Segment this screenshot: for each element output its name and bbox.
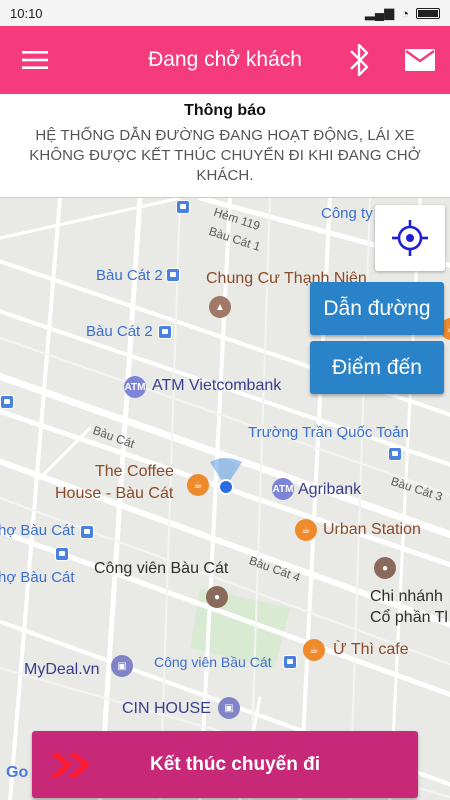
poi-label: ATM Vietcombank xyxy=(152,377,282,394)
atm-pin-icon[interactable]: ATM xyxy=(124,376,146,398)
poi-label: Công viên Bàu Cát xyxy=(94,560,229,577)
app-bar: Đang chở khách xyxy=(0,26,450,94)
poi-label: Cổ phần Tl xyxy=(370,609,448,626)
atm-pin-icon[interactable]: ATM xyxy=(272,478,294,500)
bus-stop-icon[interactable] xyxy=(283,655,297,669)
bus-stop-icon[interactable] xyxy=(55,547,69,561)
poi-label: Trường Trần Quốc Toản xyxy=(248,424,409,441)
bus-stop-icon[interactable] xyxy=(0,395,14,409)
poi-label: House - Bàu Cát xyxy=(55,485,174,502)
poi-label: Công viên Bầu Cát xyxy=(154,654,272,670)
bus-stop-icon[interactable] xyxy=(158,325,172,339)
status-bar: 10:10 ▂▄▆ ◔ xyxy=(0,0,450,26)
poi-label: Công ty xyxy=(321,205,373,222)
bus-stop-icon[interactable] xyxy=(388,447,402,461)
cafe-pin-icon[interactable]: ☕ xyxy=(303,639,325,661)
my-location-button[interactable] xyxy=(375,205,445,271)
directions-button[interactable]: Dẫn đường xyxy=(310,282,444,335)
park-pin-icon[interactable]: ● xyxy=(206,586,228,608)
poi-label: Urban Station xyxy=(323,521,421,538)
battery-icon xyxy=(416,7,440,19)
poi-label: Bàu Cát 2 xyxy=(86,323,153,340)
bus-stop-icon[interactable] xyxy=(176,200,190,214)
end-trip-label: Kết thúc chuyến đi xyxy=(150,753,320,775)
hamburger-menu-icon[interactable] xyxy=(0,26,70,94)
notice-body: HỆ THỐNG DẪN ĐƯỜNG ĐANG HOẠT ĐỘNG, LÁI X… xyxy=(29,127,421,184)
notice-title: Thông báo xyxy=(184,102,266,119)
wifi-icon: ◔ xyxy=(401,5,409,21)
mail-icon[interactable] xyxy=(396,36,444,84)
bus-stop-icon[interactable] xyxy=(166,268,180,282)
double-chevron-right-icon xyxy=(42,731,102,798)
museum-pin-icon[interactable]: ▲ xyxy=(209,296,231,318)
poi-label: CIN HOUSE xyxy=(122,700,211,717)
cafe-pin-icon[interactable]: ☕ xyxy=(295,519,317,541)
google-logo: Go xyxy=(6,764,29,781)
poi-label: Ừ Thì cafe xyxy=(333,641,409,658)
current-location-icon xyxy=(210,458,242,495)
poi-label: hợ Bàu Cát xyxy=(0,522,75,539)
shop-pin-icon[interactable]: ▣ xyxy=(218,697,240,719)
crosshair-icon xyxy=(392,220,428,256)
map-view[interactable]: ▲ ATM ATM ☕ ☕ ☕ ☕ ● ● ▣ ▣ Hẻm 119 Bàu Cá… xyxy=(0,198,450,800)
bluetooth-icon[interactable] xyxy=(338,36,382,84)
poi-label: hợ Bàu Cát xyxy=(0,569,75,586)
status-icons: ▂▄▆ ◔ xyxy=(365,5,440,21)
status-time: 10:10 xyxy=(10,5,43,21)
place-pin-icon[interactable]: ● xyxy=(374,557,396,579)
poi-label: The Coffee xyxy=(95,463,174,480)
signal-icon: ▂▄▆ xyxy=(364,5,395,20)
poi-label: Bàu Cát 2 xyxy=(96,267,163,284)
poi-label: Chi nhánh xyxy=(370,588,443,605)
end-trip-button[interactable]: Kết thúc chuyến đi xyxy=(32,731,418,798)
poi-label: Agribank xyxy=(298,481,362,498)
destination-button[interactable]: Điểm đến xyxy=(310,341,444,394)
shop-pin-icon[interactable]: ▣ xyxy=(111,655,133,677)
bus-stop-icon[interactable] xyxy=(80,525,94,539)
notice-panel: Thông báo HỆ THỐNG DẪN ĐƯỜNG ĐANG HOẠT Đ… xyxy=(0,94,450,198)
poi-label: MyDeal.vn xyxy=(24,661,100,678)
